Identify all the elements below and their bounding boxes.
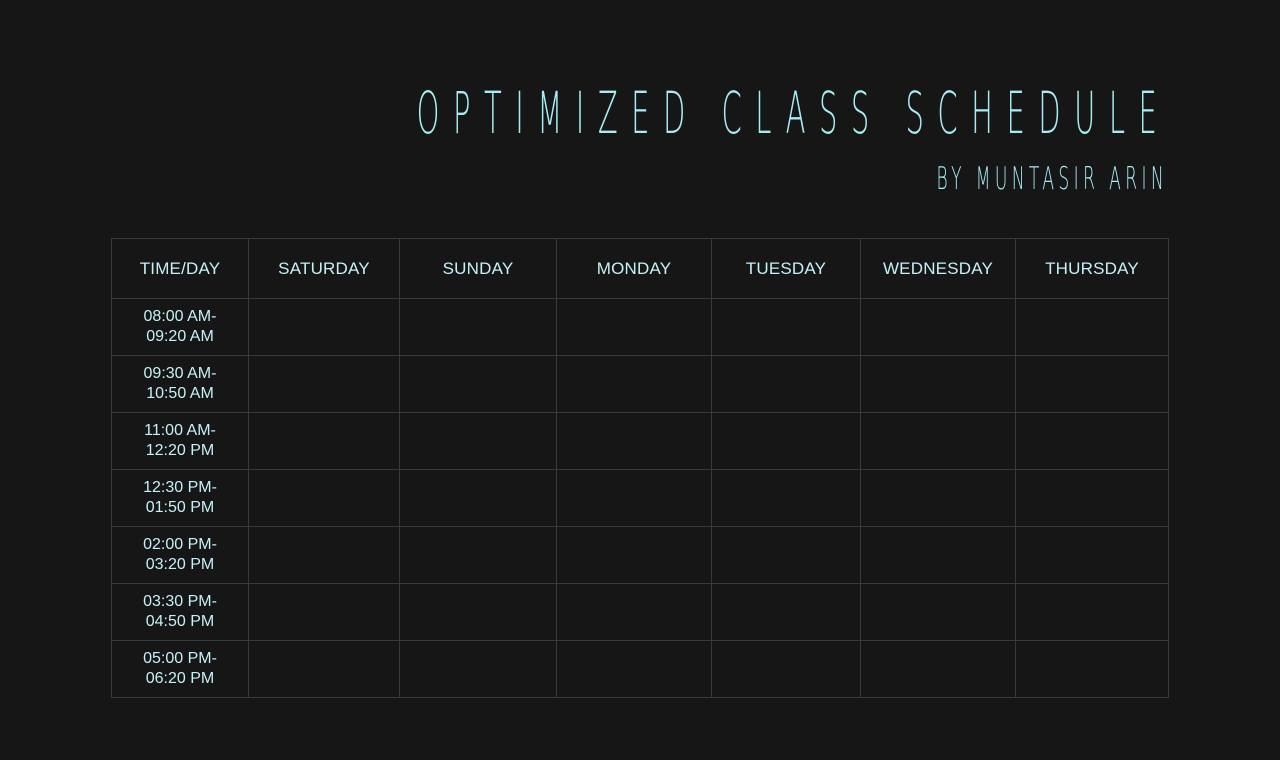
time-end: 12:20 PM — [145, 442, 215, 459]
time-end: 09:20 AM — [146, 328, 214, 345]
schedule-cell[interactable] — [860, 526, 1016, 584]
time-end: 06:20 PM — [145, 670, 215, 687]
time-end: 10:50 AM — [146, 385, 214, 402]
schedule-cell[interactable] — [711, 355, 861, 413]
schedule-cell[interactable] — [248, 526, 400, 584]
schedule-cell[interactable] — [1015, 412, 1169, 470]
schedule-cell[interactable] — [1015, 583, 1169, 641]
schedule-cell[interactable] — [1015, 298, 1169, 356]
column-header-sunday: SUNDAY — [399, 238, 557, 299]
schedule-cell[interactable] — [711, 583, 861, 641]
time-end: 03:20 PM — [145, 556, 215, 573]
page-subtitle: BY MUNTASIR ARIN — [936, 161, 1168, 197]
schedule-cell[interactable] — [860, 640, 1016, 698]
table-row: 11:00 AM- 12:20 PM — [111, 412, 1169, 470]
schedule-cell[interactable] — [248, 412, 400, 470]
schedule-cell[interactable] — [248, 355, 400, 413]
table-row: 12:30 PM- 01:50 PM — [111, 469, 1169, 527]
time-slot: 12:30 PM- 01:50 PM — [111, 469, 249, 527]
page-title: OPTIMIZED CLASS SCHEDULE — [416, 79, 1170, 147]
column-header-tuesday: TUESDAY — [711, 238, 861, 299]
schedule-cell[interactable] — [860, 469, 1016, 527]
time-start: 05:00 PM- — [143, 650, 217, 667]
schedule-cell[interactable] — [556, 412, 712, 470]
time-slot: 03:30 PM- 04:50 PM — [111, 583, 249, 641]
schedule-cell[interactable] — [860, 355, 1016, 413]
time-slot: 02:00 PM- 03:20 PM — [111, 526, 249, 584]
schedule-cell[interactable] — [556, 298, 712, 356]
time-start: 03:30 PM- — [143, 593, 217, 610]
schedule-cell[interactable] — [248, 640, 400, 698]
time-start: 09:30 AM- — [143, 365, 217, 382]
time-end: 04:50 PM — [145, 613, 215, 630]
schedule-cell[interactable] — [399, 412, 557, 470]
schedule-cell[interactable] — [399, 526, 557, 584]
schedule-cell[interactable] — [399, 583, 557, 641]
schedule-cell[interactable] — [556, 526, 712, 584]
schedule-cell[interactable] — [860, 583, 1016, 641]
column-header-wednesday: WEDNESDAY — [860, 238, 1016, 299]
header-row: TIME/DAY SATURDAY SUNDAY MONDAY TUESDAY … — [111, 238, 1169, 299]
table-row: 03:30 PM- 04:50 PM — [111, 583, 1169, 641]
schedule-cell[interactable] — [399, 298, 557, 356]
schedule-cell[interactable] — [399, 469, 557, 527]
schedule-cell[interactable] — [860, 412, 1016, 470]
schedule-cell[interactable] — [248, 583, 400, 641]
column-header-saturday: SATURDAY — [248, 238, 400, 299]
time-end: 01:50 PM — [145, 499, 215, 516]
column-header-thursday: THURSDAY — [1015, 238, 1169, 299]
schedule-cell[interactable] — [1015, 355, 1169, 413]
column-header-time-day: TIME/DAY — [111, 238, 249, 299]
schedule-cell[interactable] — [556, 469, 712, 527]
time-slot: 11:00 AM- 12:20 PM — [111, 412, 249, 470]
schedule-cell[interactable] — [556, 583, 712, 641]
schedule-cell[interactable] — [711, 469, 861, 527]
schedule-table: TIME/DAY SATURDAY SUNDAY MONDAY TUESDAY … — [111, 238, 1169, 698]
time-slot: 08:00 AM- 09:20 AM — [111, 298, 249, 356]
schedule-cell[interactable] — [399, 355, 557, 413]
schedule-cell[interactable] — [711, 298, 861, 356]
table-row: 09:30 AM- 10:50 AM — [111, 355, 1169, 413]
schedule-cell[interactable] — [248, 469, 400, 527]
table-row: 05:00 PM- 06:20 PM — [111, 640, 1169, 698]
time-start: 02:00 PM- — [143, 536, 217, 553]
time-slot: 05:00 PM- 06:20 PM — [111, 640, 249, 698]
schedule-cell[interactable] — [248, 298, 400, 356]
schedule-cell[interactable] — [556, 355, 712, 413]
column-header-monday: MONDAY — [556, 238, 712, 299]
schedule-cell[interactable] — [1015, 526, 1169, 584]
schedule-cell[interactable] — [1015, 640, 1169, 698]
schedule-cell[interactable] — [860, 298, 1016, 356]
table-row: 02:00 PM- 03:20 PM — [111, 526, 1169, 584]
time-slot: 09:30 AM- 10:50 AM — [111, 355, 249, 413]
time-start: 08:00 AM- — [143, 308, 217, 325]
schedule-cell[interactable] — [711, 412, 861, 470]
time-start: 12:30 PM- — [143, 479, 217, 496]
schedule-cell[interactable] — [399, 640, 557, 698]
schedule-cell[interactable] — [1015, 469, 1169, 527]
schedule-cell[interactable] — [556, 640, 712, 698]
table-row: 08:00 AM- 09:20 AM — [111, 298, 1169, 356]
schedule-cell[interactable] — [711, 526, 861, 584]
time-start: 11:00 AM- — [144, 422, 216, 439]
schedule-cell[interactable] — [711, 640, 861, 698]
